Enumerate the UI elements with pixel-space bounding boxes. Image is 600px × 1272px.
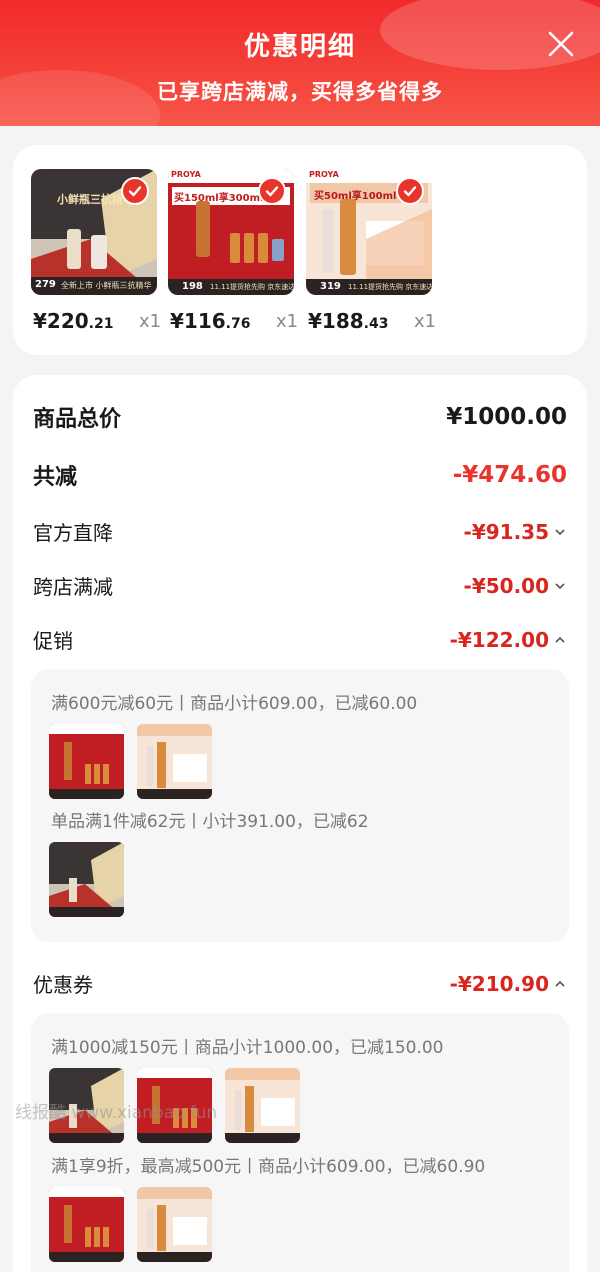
product-item[interactable]: PROYA 买150ml享300ml 198 11.11提货抢先购 京东速达! … <box>168 169 298 333</box>
promotion-label: 促销 <box>33 629 73 653</box>
product-mini-thumb[interactable] <box>225 1068 300 1143</box>
selected-check[interactable] <box>396 177 424 205</box>
coupon-row[interactable]: 优惠券 -¥210.90 <box>33 969 567 998</box>
promotion-rule-text: 满600元减60元丨商品小计609.00，已减60.00 <box>51 694 418 714</box>
product-thumbnail[interactable]: PROYA 买50ml享100ml 319 11.11提货抢先购 京东速达! <box>306 169 432 295</box>
thumb-price: 198 <box>182 281 203 292</box>
product-quantity: x1 <box>139 311 162 332</box>
promotion-detail-panel: 满600元减60元丨商品小计609.00，已减60.00 单品满1件减62元丨小… <box>31 669 569 942</box>
product-price: ¥188.43 <box>308 309 389 333</box>
product-mini-thumb[interactable] <box>49 1187 124 1262</box>
total-price-value: ¥1000.00 <box>446 404 567 430</box>
total-price-label: 商品总价 <box>33 407 122 432</box>
chevron-down-icon[interactable] <box>553 579 567 593</box>
official-discount-label: 官方直降 <box>33 521 113 545</box>
coupon-rule-text: 满1000减150元丨商品小计1000.00，已减150.00 <box>51 1038 444 1058</box>
thumb-caption: 全新上市 小鲜瓶三抗精华 <box>61 281 152 290</box>
check-icon <box>128 186 142 197</box>
discount-detail-card: 商品总价 ¥1000.00 共减 -¥474.60 官方直降 -¥91.35 跨… <box>13 375 587 1272</box>
promotion-rule-text: 单品满1件减62元丨小计391.00，已减62 <box>51 812 369 832</box>
product-mini-thumb[interactable] <box>137 724 212 799</box>
cross-store-discount-value: -¥50.00 <box>463 573 549 598</box>
total-reduction-value: -¥474.60 <box>452 462 567 488</box>
thumb-brand: PROYA <box>309 170 339 179</box>
thumb-brand: PROYA <box>171 170 201 179</box>
header-banner: 优惠明细 已享跨店满减，买得多省得多 <box>0 0 600 126</box>
cross-store-discount-label: 跨店满减 <box>33 575 113 599</box>
coupon-label: 优惠券 <box>33 973 93 997</box>
product-quantity: x1 <box>414 311 437 332</box>
selected-check[interactable] <box>258 177 286 205</box>
product-quantity: x1 <box>276 311 299 332</box>
selected-check[interactable] <box>121 177 149 205</box>
close-button[interactable] <box>545 28 577 60</box>
product-mini-thumb[interactable] <box>49 842 124 917</box>
product-price: ¥116.76 <box>170 309 251 333</box>
chevron-up-icon[interactable] <box>553 977 567 991</box>
watermark-text: 线报酷 www.xianbao.fun <box>15 1103 218 1123</box>
product-mini-thumb[interactable] <box>137 1187 212 1262</box>
product-list-card: 小鲜瓶三抗精华 279 全新上市 小鲜瓶三抗精华 ¥220.21 x1 PROY… <box>13 145 587 355</box>
coupon-detail-panel: 满1000减150元丨商品小计1000.00，已减150.00 满1享9折，最高… <box>31 1013 569 1272</box>
thumb-headline: 买50ml享100ml <box>314 191 397 202</box>
promotion-value: -¥122.00 <box>449 627 549 652</box>
total-reduction-row: 共减 -¥474.60 <box>33 459 567 491</box>
coupon-value: -¥210.90 <box>449 971 549 996</box>
chevron-up-icon[interactable] <box>553 633 567 647</box>
check-icon <box>403 186 417 197</box>
total-reduction-label: 共减 <box>33 465 78 490</box>
chevron-down-icon[interactable] <box>553 525 567 539</box>
product-price: ¥220.21 <box>33 309 114 333</box>
product-item[interactable]: PROYA 买50ml享100ml 319 11.11提货抢先购 京东速达! ¥… <box>306 169 436 333</box>
official-discount-row[interactable]: 官方直降 -¥91.35 <box>33 517 567 546</box>
coupon-rule-text: 满1享9折，最高减500元丨商品小计609.00，已减60.90 <box>51 1157 486 1177</box>
product-thumbnail[interactable]: PROYA 买150ml享300ml 198 11.11提货抢先购 京东速达! <box>168 169 294 295</box>
thumb-price: 279 <box>35 279 56 290</box>
page-subtitle: 已享跨店满减，买得多省得多 <box>157 80 443 104</box>
cross-store-discount-row[interactable]: 跨店满减 -¥50.00 <box>33 571 567 600</box>
official-discount-value: -¥91.35 <box>463 519 549 544</box>
thumb-caption: 11.11提货抢先购 京东速达! <box>348 283 432 291</box>
total-price-row: 商品总价 ¥1000.00 <box>33 401 567 433</box>
product-thumbnail[interactable]: 小鲜瓶三抗精华 279 全新上市 小鲜瓶三抗精华 <box>31 169 157 295</box>
page-title: 优惠明细 <box>243 32 356 62</box>
close-icon <box>548 31 574 57</box>
check-icon <box>265 186 279 197</box>
product-mini-thumb[interactable] <box>49 724 124 799</box>
promotion-row[interactable]: 促销 -¥122.00 <box>33 625 567 654</box>
product-item[interactable]: 小鲜瓶三抗精华 279 全新上市 小鲜瓶三抗精华 ¥220.21 x1 <box>31 169 161 333</box>
thumb-caption: 11.11提货抢先购 京东速达! <box>210 283 294 291</box>
thumb-headline: 买150ml享300ml <box>174 193 264 204</box>
thumb-price: 319 <box>320 281 341 292</box>
